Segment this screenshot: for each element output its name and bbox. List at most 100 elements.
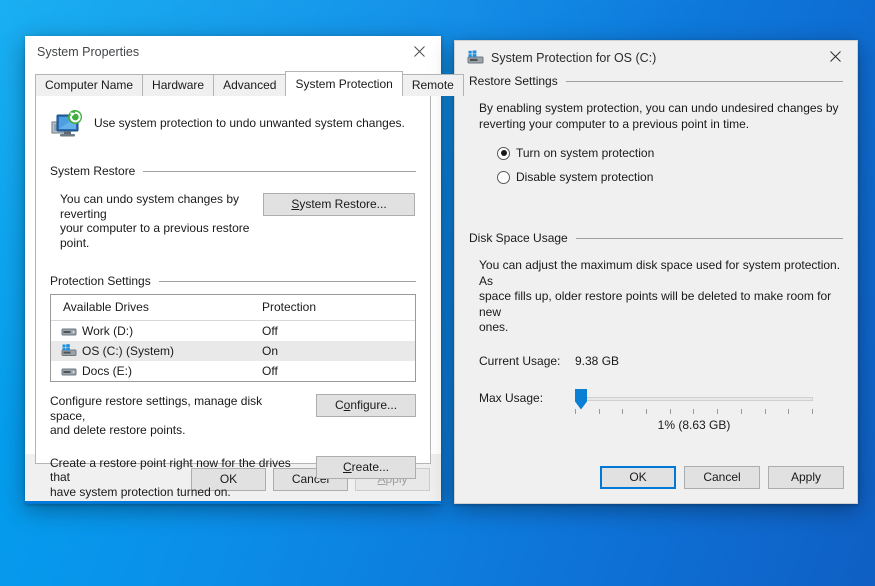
- system-restore-group: System Restore You can undo system chang…: [50, 164, 416, 250]
- disk-space-usage-group-header: Disk Space Usage: [469, 231, 843, 245]
- window-accent-strip: [25, 501, 441, 504]
- ok-button[interactable]: OK: [600, 465, 676, 489]
- slider-tick: [646, 408, 648, 414]
- disk-space-usage-description: You can adjust the maximum disk space us…: [479, 258, 841, 334]
- drive-label: Work (D:): [82, 324, 134, 338]
- create-button[interactable]: Create...: [316, 455, 416, 479]
- intro-text: Use system protection to undo unwanted s…: [94, 116, 405, 130]
- tab-system-protection[interactable]: System Protection: [285, 71, 403, 96]
- max-usage-slider[interactable]: [575, 388, 813, 414]
- configure-row: Configure restore settings, manage disk …: [50, 394, 416, 438]
- protection-settings-group-label: Protection Settings: [50, 274, 151, 288]
- radio-button-icon[interactable]: [497, 170, 510, 184]
- restore-settings-group: Restore Settings By enabling system prot…: [469, 74, 843, 184]
- slider-tick: [788, 408, 790, 414]
- tab-remote[interactable]: Remote: [401, 74, 464, 96]
- close-icon[interactable]: [813, 41, 857, 72]
- max-usage-row: Max Usage:: [469, 388, 843, 414]
- current-usage-value: 9.38 GB: [575, 353, 620, 368]
- group-divider: [158, 280, 416, 282]
- available-drives-table[interactable]: Available Drives Protection Work (D:) Of…: [50, 294, 416, 382]
- radio-disable-system-protection[interactable]: Disable system protection: [469, 170, 843, 184]
- system-protection-dialog-footer: OK Cancel Apply: [455, 451, 857, 503]
- system-restore-group-header: System Restore: [50, 164, 416, 178]
- drive-label: OS (C:) (System): [82, 344, 174, 358]
- drive-protection-value: Off: [262, 364, 278, 378]
- drive-cell: Docs (E:): [51, 364, 256, 378]
- radio-label: Disable system protection: [516, 170, 654, 184]
- system-protection-dialog-title: System Protection for OS (C:): [491, 50, 657, 65]
- system-restore-description: You can undo system changes by reverting…: [60, 192, 250, 250]
- system-drive-glyph: [467, 50, 484, 63]
- configure-button[interactable]: Configure...: [316, 394, 416, 417]
- protection-settings-group-header: Protection Settings: [50, 274, 416, 288]
- intro-row: Use system protection to undo unwanted s…: [36, 96, 430, 142]
- system-restore-group-label: System Restore: [50, 164, 136, 178]
- cancel-button[interactable]: Cancel: [684, 465, 760, 489]
- system-properties-titlebar[interactable]: System Properties: [25, 36, 441, 68]
- close-icon[interactable]: [397, 36, 441, 67]
- system-properties-window: System Properties Computer Name Hardware…: [25, 36, 464, 504]
- protection-settings-group: Protection Settings Available Drives Pro…: [50, 274, 416, 499]
- drive-protection-value: On: [262, 344, 279, 358]
- close-glyph: [829, 51, 841, 62]
- max-usage-value: 1% (8.63 GB): [657, 417, 731, 432]
- system-protection-icon: [50, 110, 84, 142]
- hard-drive-glyph: [61, 328, 77, 336]
- drive-cell: Work (D:): [51, 324, 256, 338]
- system-protection-dialog-body: Restore Settings By enabling system prot…: [455, 74, 857, 499]
- table-row[interactable]: Work (D:) Off: [51, 321, 415, 341]
- tab-strip: Computer Name Hardware Advanced System P…: [35, 71, 464, 96]
- column-header-protection: Protection: [262, 300, 317, 314]
- slider-ticks: [575, 408, 813, 415]
- system-protection-dialog-titlebar[interactable]: System Protection for OS (C:): [455, 41, 857, 74]
- group-divider: [565, 80, 843, 82]
- system-drive-glyph: [61, 344, 77, 356]
- apply-button[interactable]: Apply: [768, 465, 844, 489]
- restore-settings-group-label: Restore Settings: [469, 74, 558, 88]
- drive-cell: OS (C:) (System): [51, 344, 256, 358]
- system-restore-button[interactable]: System Restore...: [263, 193, 415, 216]
- slider-tick: [764, 408, 766, 414]
- table-row[interactable]: OS (C:) (System) On: [51, 341, 415, 361]
- create-description: Create a restore point right now for the…: [50, 455, 291, 499]
- system-drive-icon: [467, 50, 485, 66]
- current-usage-row: Current Usage: 9.38 GB: [469, 354, 843, 368]
- table-row[interactable]: Docs (E:) Off: [51, 361, 415, 381]
- group-divider: [143, 170, 416, 172]
- slider-tick: [717, 408, 719, 414]
- tab-hardware[interactable]: Hardware: [142, 74, 215, 96]
- slider-tick: [622, 408, 624, 414]
- configure-description: Configure restore settings, manage disk …: [50, 394, 263, 437]
- create-row: Create a restore point right now for the…: [50, 455, 416, 500]
- radio-label: Turn on system protection: [516, 146, 655, 160]
- slider-tick: [575, 408, 576, 414]
- close-glyph: [413, 46, 425, 57]
- system-restore-row: You can undo system changes by reverting…: [50, 192, 416, 250]
- radio-button-selected-icon[interactable]: [497, 146, 510, 160]
- system-protection-tab-panel: Use system protection to undo unwanted s…: [35, 95, 431, 499]
- slider-tick: [598, 408, 600, 414]
- system-protection-dialog: System Protection for OS (C:) Restore Se…: [454, 40, 858, 504]
- drive-protection-value: Off: [262, 324, 278, 338]
- slider-tick: [693, 408, 695, 414]
- slider-tick: [669, 408, 671, 414]
- max-usage-label: Max Usage:: [479, 390, 544, 405]
- group-divider: [575, 237, 843, 239]
- disk-space-usage-group-label: Disk Space Usage: [469, 231, 568, 245]
- current-usage-label: Current Usage:: [479, 353, 561, 368]
- slider-track[interactable]: [575, 396, 813, 401]
- radio-turn-on-system-protection[interactable]: Turn on system protection: [469, 146, 843, 160]
- hard-drive-icon: [61, 324, 77, 338]
- drive-label: Docs (E:): [82, 364, 133, 378]
- column-header-available-drives: Available Drives: [63, 300, 149, 314]
- hard-drive-icon: [61, 364, 77, 378]
- slider-thumb[interactable]: [575, 388, 587, 410]
- drives-table-header: Available Drives Protection: [51, 295, 415, 321]
- slider-tick: [811, 408, 813, 414]
- tab-advanced[interactable]: Advanced: [213, 74, 287, 96]
- system-drive-icon: [61, 344, 77, 358]
- hard-drive-glyph: [61, 368, 77, 376]
- slider-tick: [740, 408, 742, 414]
- tab-computer-name[interactable]: Computer Name: [35, 74, 144, 96]
